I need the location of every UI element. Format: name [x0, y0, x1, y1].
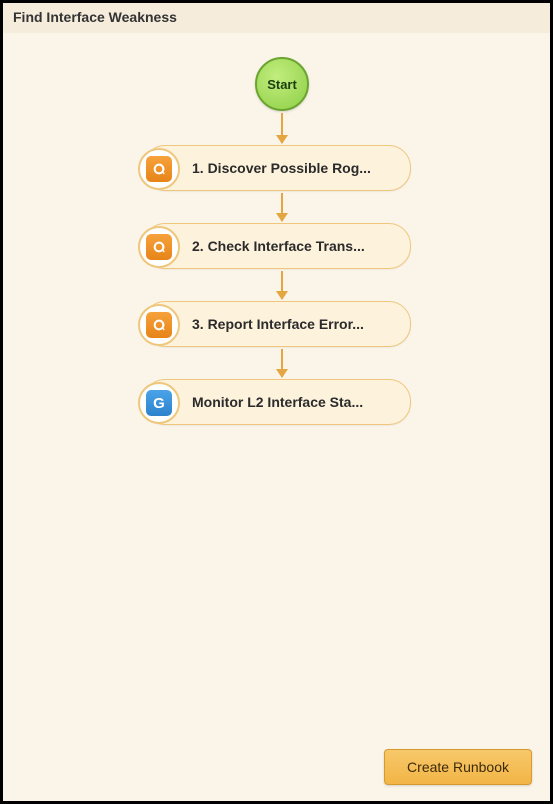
- qapp-icon: [138, 304, 180, 346]
- start-label: Start: [267, 77, 297, 92]
- flow-step[interactable]: 2. Check Interface Trans...: [143, 223, 411, 269]
- flow-step[interactable]: 3. Report Interface Error...: [143, 301, 411, 347]
- step-label: 2. Check Interface Trans...: [192, 238, 365, 254]
- qapp-icon: [138, 226, 180, 268]
- gapp-icon: G: [138, 382, 180, 424]
- window-title: Find Interface Weakness: [3, 3, 550, 33]
- start-node[interactable]: Start: [255, 57, 309, 111]
- qapp-icon: [138, 148, 180, 190]
- flow-arrow: [281, 349, 283, 377]
- flow-canvas: Start 1. Discover Possible Rog... 2. Che…: [3, 33, 550, 801]
- flow-arrow: [281, 193, 283, 221]
- step-label: 1. Discover Possible Rog...: [192, 160, 371, 176]
- flow-step[interactable]: 1. Discover Possible Rog...: [143, 145, 411, 191]
- runbook-designer-window: Find Interface Weakness Start 1. Discove…: [0, 0, 553, 804]
- step-label: 3. Report Interface Error...: [192, 316, 364, 332]
- flow-arrow: [281, 113, 283, 143]
- create-runbook-button[interactable]: Create Runbook: [384, 749, 532, 785]
- flow-step[interactable]: G Monitor L2 Interface Sta...: [143, 379, 411, 425]
- step-label: Monitor L2 Interface Sta...: [192, 394, 363, 410]
- flow-arrow: [281, 271, 283, 299]
